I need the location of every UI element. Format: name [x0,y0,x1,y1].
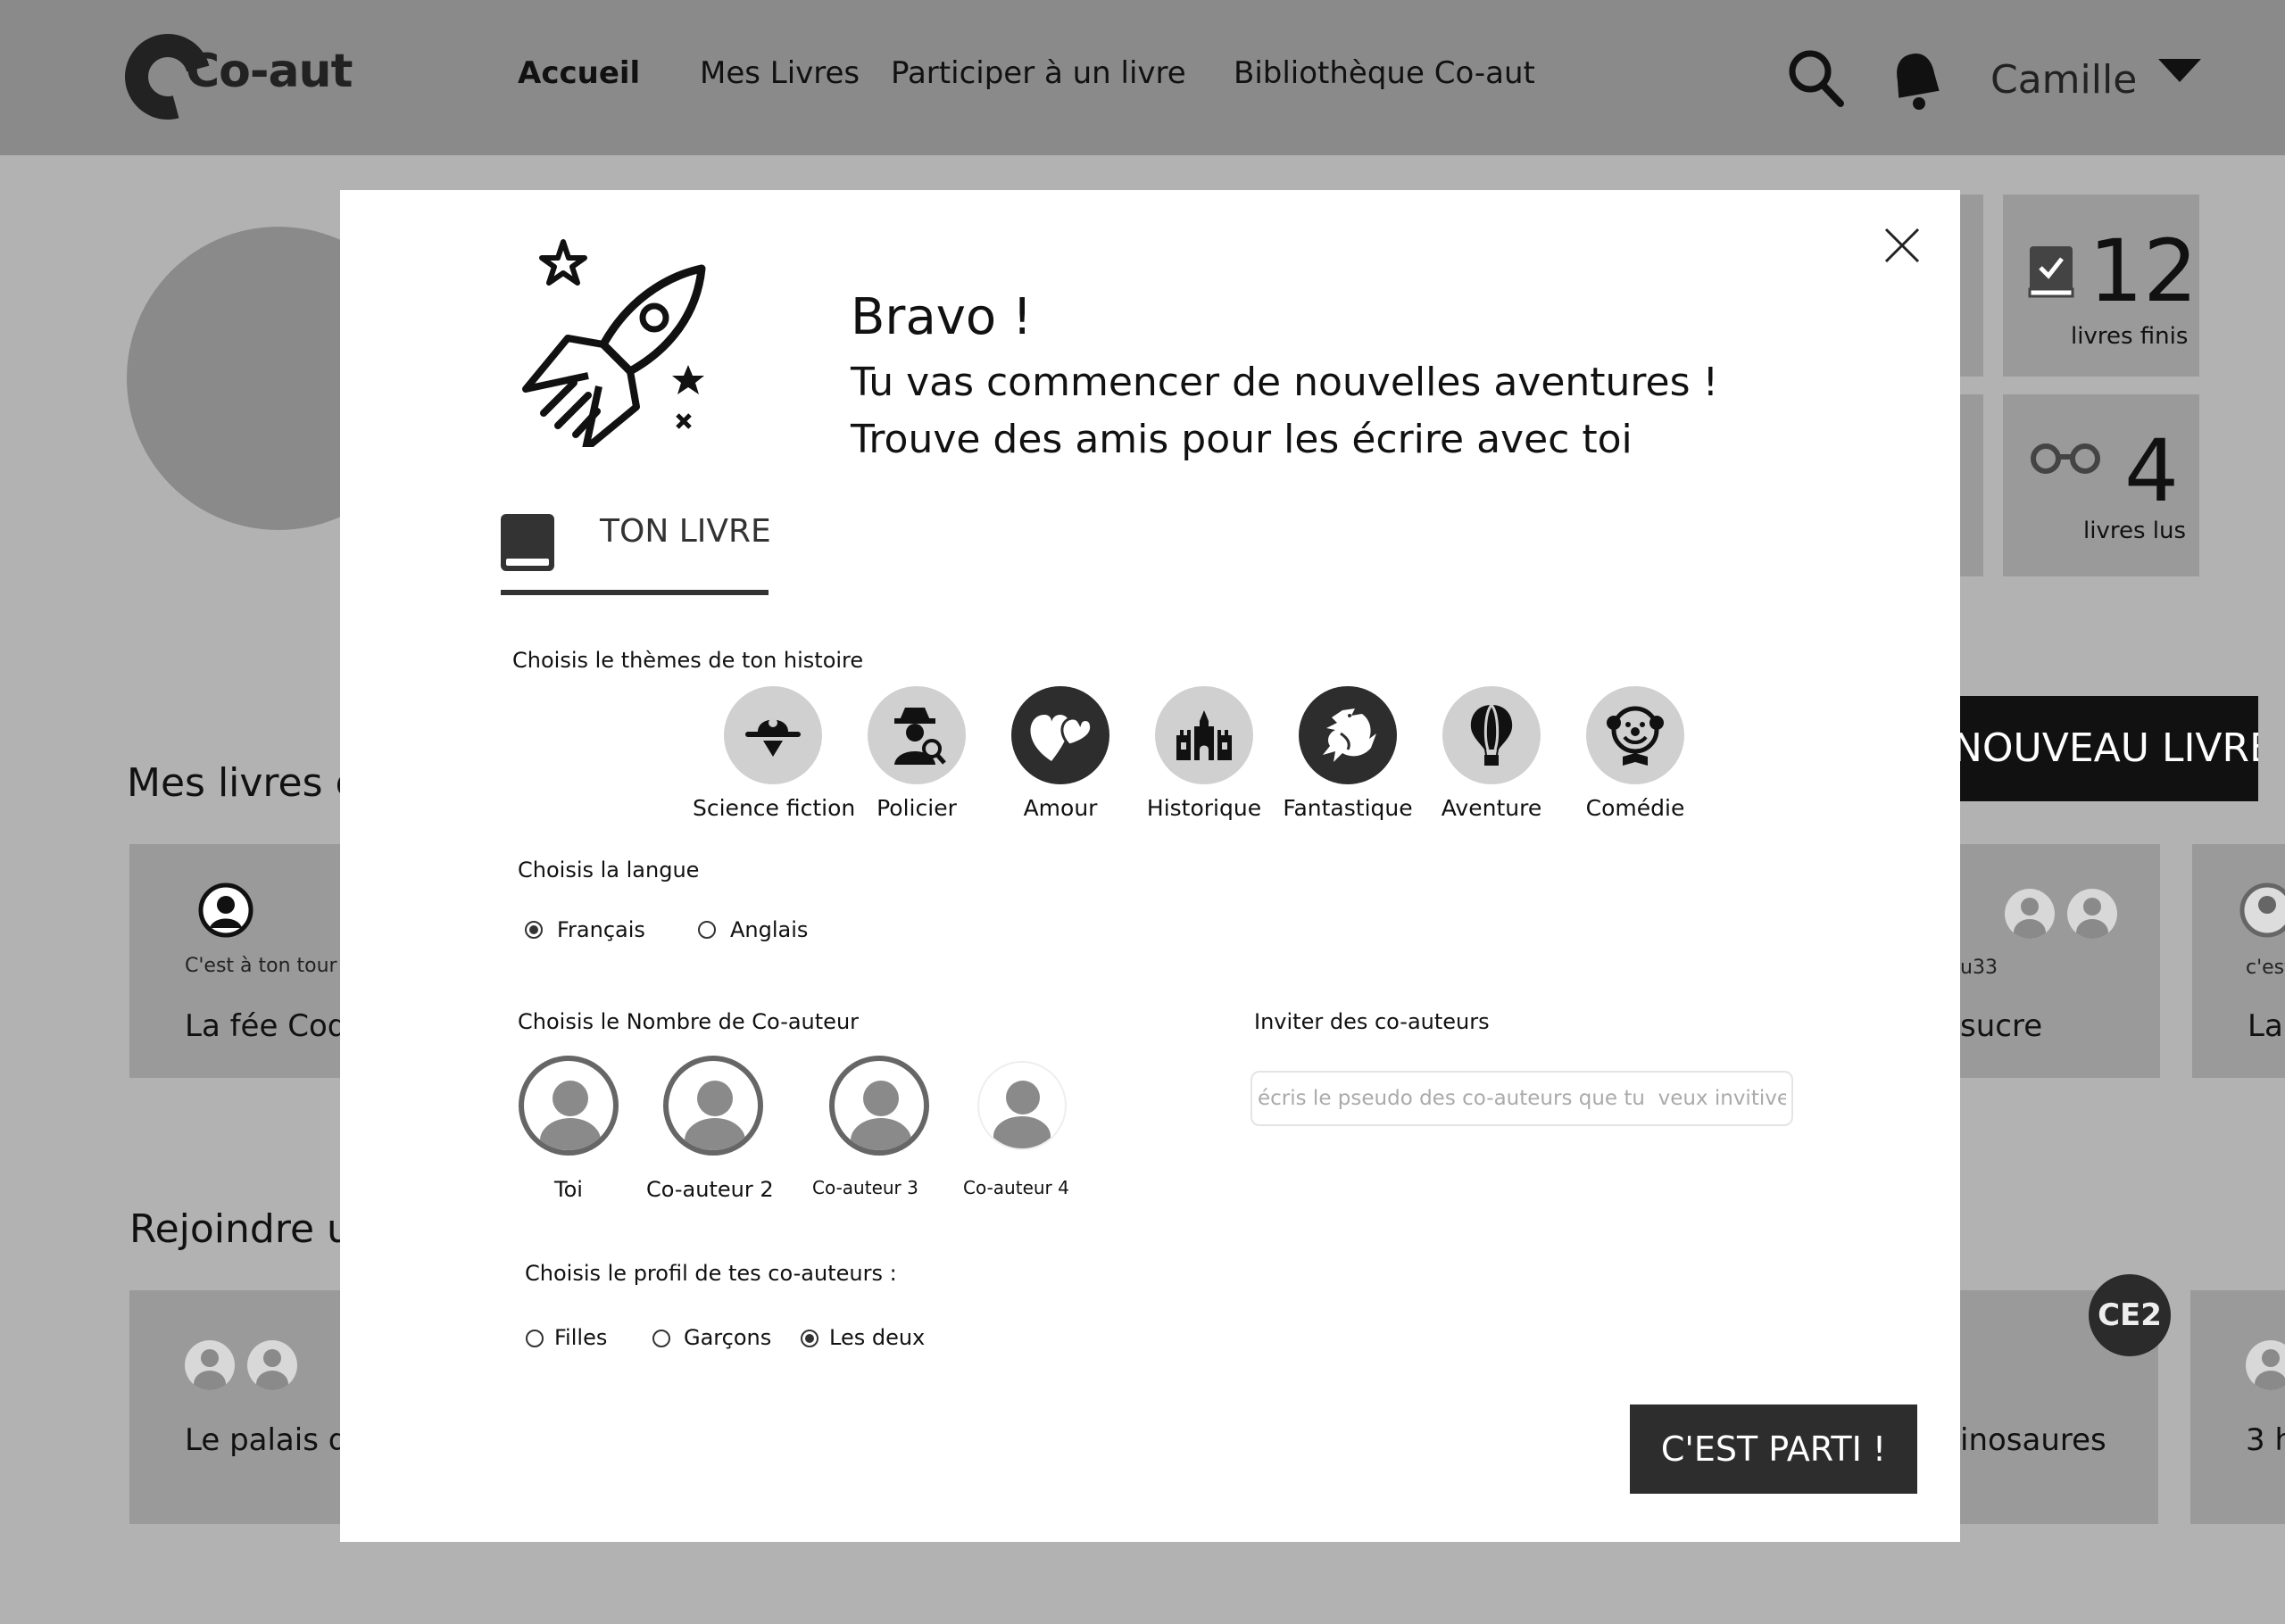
close-icon[interactable] [1882,226,1922,265]
theme-fantastique[interactable] [1299,686,1397,784]
hearts-icon [1030,715,1093,761]
radio-anglais-label[interactable]: Anglais [730,917,808,942]
theme-science-fiction[interactable] [724,686,822,784]
rocket-icon [522,239,706,447]
theme-label: Amour [1023,795,1098,821]
avatar [2005,889,2055,939]
book-card[interactable]: C'est à ton tour La fée Coq [129,844,344,1078]
avatar [2067,889,2117,939]
card-title: sucre [1960,1008,2043,1044]
theme-label: Historique [1146,795,1262,821]
radio-filles[interactable] [526,1330,544,1347]
coauthor-slot-3[interactable] [829,1056,929,1156]
profile-label: Choisis le profil de tes co-auteurs : [525,1261,897,1286]
theme-label: Aventure [1441,795,1542,821]
radio-francais-label[interactable]: Français [557,917,645,942]
card-title: La fée Coq [185,1008,344,1044]
radio-garcons-label[interactable]: Garçons [684,1325,771,1350]
coauthor-label: Toi [554,1177,583,1202]
book-card[interactable]: c'est La [2192,844,2285,1078]
stat-card-finished: 12 livres finis [2003,195,2199,377]
alien-hat-icon [745,718,801,757]
invite-input[interactable] [1251,1071,1793,1126]
new-book-button[interactable]: NOUVEAU LIVRE [1946,696,2258,801]
theme-label: Comédie [1585,795,1685,821]
user-circle-icon [2239,882,2285,938]
invite-label: Inviter des co-auteurs [1254,1009,1490,1034]
book-card[interactable]: 3 h [2190,1290,2285,1524]
language-label: Choisis la langue [518,858,700,882]
stat-finished-label: livres finis [2071,323,2189,350]
tab-ton-livre[interactable]: TON LIVRE [600,513,771,550]
modal-subtitle-1: Tu vas commencer de nouvelles aventures … [851,360,1719,405]
radio-anglais[interactable] [698,921,716,939]
stat-card-read: 4 livres lus [2003,394,2199,576]
theme-policier[interactable] [868,686,966,784]
card-title: 3 h [2246,1422,2285,1458]
nav-bibliotheque[interactable]: Bibliothèque Co-aut [1234,55,1535,91]
level-badge: CE2 [2089,1274,2171,1356]
submit-button[interactable]: C'EST PARTI ! [1630,1404,1917,1494]
radio-francais[interactable] [525,921,543,939]
coauthor-label: Co-auteur 3 [812,1177,918,1198]
card-author: u33 [1960,957,1998,979]
card-status: c'est [2246,957,2285,979]
coauthor-label: Co-auteur 2 [646,1177,774,1202]
theme-amour[interactable] [1011,686,1109,784]
glasses-icon [2031,443,2100,474]
castle-icon [1176,710,1232,760]
coauthor-slot-2[interactable] [663,1056,763,1156]
nav-accueil[interactable]: Accueil [518,55,640,91]
avatar [2246,1340,2285,1390]
card-status: C'est à ton tour [185,955,337,977]
modal-subtitle-2: Trouve des amis pour les écrire avec toi [851,417,1633,462]
avatar [247,1340,297,1390]
section-join-title: Rejoindre u [129,1206,352,1252]
stat-read-value: 4 [2124,421,2180,521]
clown-icon [1607,706,1664,766]
radio-les-deux-label[interactable]: Les deux [829,1325,925,1350]
detective-icon [894,708,946,765]
tab-underline [501,590,769,595]
dragon-icon [1323,708,1376,762]
stat-read-label: livres lus [2083,518,2187,544]
avatar [185,1340,235,1390]
theme-aventure[interactable] [1442,686,1541,784]
nav-participer[interactable]: Participer à un livre [891,55,1186,91]
theme-historique[interactable] [1155,686,1253,784]
new-book-modal: Bravo ! Tu vas commencer de nouvelles av… [340,190,1960,1542]
theme-label: Policier [877,795,957,821]
card-title: La [2248,1008,2283,1044]
theme-comedie[interactable] [1586,686,1684,784]
stat-finished-value: 12 [2089,221,2198,321]
coauthor-label: Co-auteur 4 [963,1177,1069,1198]
themes-label: Choisis le thèmes de ton histoire [512,648,864,673]
search-icon[interactable] [1787,48,1844,109]
chevron-down-icon[interactable] [2158,59,2201,82]
coauthors-label: Choisis le Nombre de Co-auteur [518,1009,860,1034]
bell-icon[interactable] [1885,48,1948,111]
radio-garcons[interactable] [652,1330,670,1347]
theme-label: Fantastique [1283,795,1413,821]
coauthor-slot-4[interactable] [977,1061,1067,1150]
top-bar: Co-aut Accueil Mes Livres Participer à u… [0,0,2285,155]
card-title: inosaures [1960,1422,2106,1458]
user-name[interactable]: Camille [1990,57,2137,103]
book-card[interactable]: Le palais du [129,1290,344,1524]
nav-mes-livres[interactable]: Mes Livres [700,55,860,91]
logo[interactable]: Co-aut [186,45,353,98]
theme-label: Science fiction [693,795,856,821]
user-circle-icon [198,882,253,938]
section-my-books-title: Mes livres e [127,760,360,806]
book-card[interactable]: u33 sucre [1960,844,2160,1078]
book-icon [501,514,554,571]
radio-les-deux[interactable] [801,1330,818,1347]
hot-air-balloon-icon [1470,704,1513,766]
card-title: Le palais du [185,1422,344,1458]
modal-title: Bravo ! [851,288,1033,346]
coauthor-slot-1[interactable] [519,1056,619,1156]
book-check-icon [2028,246,2074,298]
radio-filles-label[interactable]: Filles [554,1325,607,1350]
